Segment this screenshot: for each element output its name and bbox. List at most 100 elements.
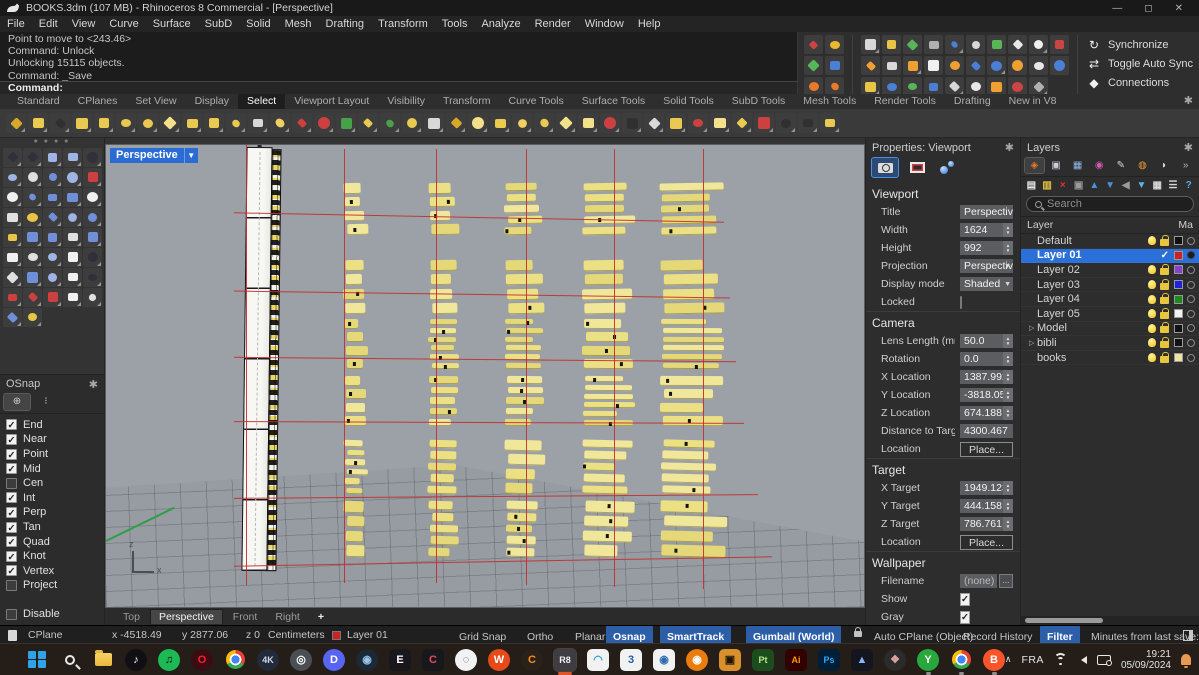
layer-material-circle[interactable] [1187,295,1195,303]
layer-row-layer-01[interactable]: Layer 01✓ [1021,249,1199,264]
taskbar-epic-games-icon[interactable]: E [389,649,411,671]
ribbon-tab-surface-tools[interactable]: Surface Tools [573,94,654,109]
tool-icon[interactable] [1050,35,1069,54]
menu-subd[interactable]: SubD [198,18,240,30]
tool-icon[interactable] [3,288,22,307]
layer-color-swatch[interactable] [1174,309,1183,318]
osnap-vertex[interactable]: ✓Vertex [6,565,98,577]
layer-lock-icon[interactable] [1160,326,1169,333]
taskbar-app-y-icon[interactable]: Y [917,649,939,671]
tool-icon[interactable] [83,168,102,187]
current-layer-button[interactable]: Layer 01 [347,626,388,644]
tool-icon[interactable] [160,113,180,133]
tool-icon[interactable] [83,188,102,207]
new-layer-icon[interactable]: ▤ [1026,180,1037,191]
tool-icon[interactable] [556,113,576,133]
tool-icon[interactable] [63,208,82,227]
layer-visibility-bulb-icon[interactable] [1148,265,1156,274]
color-tab[interactable]: ◉ [1090,158,1109,173]
checkbox[interactable]: ✓ [6,551,17,562]
osnap-knot[interactable]: ✓Knot [6,550,98,562]
menu-tools[interactable]: Tools [435,18,475,30]
tool-icon[interactable] [644,113,664,133]
ribbon-tab-subd-tools[interactable]: SubD Tools [723,94,795,109]
layer-visibility-bulb-icon[interactable] [1148,309,1156,318]
ribbon-tab-standard[interactable]: Standard [8,94,69,109]
taskbar-illustrator-icon[interactable]: Ai [785,649,807,671]
tool-icon[interactable] [336,113,356,133]
show-checkbox[interactable]: ✓ [960,593,970,606]
taskbar-start-icon[interactable] [26,649,48,671]
tool-icon[interactable] [380,113,400,133]
menu-file[interactable]: File [0,18,32,30]
menu-edit[interactable]: Edit [32,18,65,30]
tool-icon[interactable] [314,113,334,133]
taskbar-obs-studio-icon[interactable]: ◎ [290,649,312,671]
tool-icon[interactable] [1050,56,1069,75]
checkbox[interactable]: ✓ [6,434,17,445]
tool-icon[interactable] [226,113,246,133]
osnap-perp[interactable]: ✓Perp [6,506,98,518]
taskbar-chrome-running-icon[interactable] [950,649,972,671]
osnap-project[interactable]: Project [6,579,98,591]
location-button[interactable]: Place... [960,535,1013,550]
spinner-icon[interactable]: ▲▼ [1003,370,1013,384]
tool-icon[interactable] [83,148,102,167]
tool-icon[interactable] [72,113,92,133]
taskbar-substance-painter-icon[interactable]: Pt [752,649,774,671]
quick-access-connections[interactable]: ◆Connections [1088,76,1197,90]
taskbar-app-prism-icon[interactable]: ▲ [851,649,873,671]
layer-row-layer-05[interactable]: Layer 05 [1021,307,1199,322]
layer-material-circle[interactable] [1187,310,1195,318]
filter-icon[interactable]: ▼ [1136,180,1147,191]
language-indicator[interactable]: FRA [1021,654,1044,666]
taskbar-app-flame-icon[interactable]: C [521,649,543,671]
viewport-tab-perspective[interactable]: Perspective [150,609,223,624]
layer-lock-icon[interactable] [1160,341,1169,348]
viewport-menu-arrow-icon[interactable]: ▼ [184,148,198,163]
properties-gear-icon[interactable]: ✱ [1005,141,1014,154]
taskbar-3ds-max-icon[interactable]: 3 [620,649,642,671]
spinner-icon[interactable]: ▲▼ [1003,388,1013,402]
tool-icon[interactable] [402,113,422,133]
checkbox[interactable]: ✓ [6,565,17,576]
layer-color-swatch[interactable] [1174,324,1183,333]
quick-access-synchronize[interactable]: ↻Synchronize [1088,38,1197,52]
toolbar-gear-icon[interactable]: ✱ [1184,94,1193,107]
layer-color-swatch[interactable] [1174,280,1183,289]
menu-render[interactable]: Render [528,18,578,30]
taskbar-tiktok-icon[interactable]: ♪ [125,649,147,671]
properties-tab-camera[interactable] [872,158,898,177]
tool-icon[interactable] [43,168,62,187]
notifications-icon[interactable] [8,630,17,641]
spinner-icon[interactable]: ▲▼ [1003,241,1013,255]
ribbon-tab-viewport-layout[interactable]: Viewport Layout [285,94,378,109]
spinner-icon[interactable]: ▲▼ [1003,481,1013,495]
tool-icon[interactable] [424,113,444,133]
tool-icon[interactable] [43,188,62,207]
maximize-button[interactable]: ◻ [1144,3,1152,14]
layer-material-circle[interactable] [1187,324,1195,332]
tool-icon[interactable] [1008,56,1027,75]
layer-color-swatch[interactable] [1174,353,1183,362]
command-history[interactable]: Point to move to <243.46>Command: Unlock… [0,32,798,94]
current-layer-swatch[interactable] [332,631,341,640]
gray-checkbox[interactable]: ✓ [960,611,970,624]
tool-icon[interactable] [3,228,22,247]
layer-visibility-bulb-icon[interactable] [1148,324,1156,333]
osnap-tan[interactable]: ✓Tan [6,521,98,533]
sun-tab[interactable]: ◍ [1133,158,1152,173]
browse-button[interactable]: ... [999,574,1013,588]
tool-icon[interactable] [63,288,82,307]
paint-tab[interactable]: ✎ [1112,158,1131,173]
tool-icon[interactable] [50,113,70,133]
viewport-tab-top[interactable]: Top [115,610,148,624]
tool-icon[interactable] [3,208,22,227]
tool-icon[interactable] [732,113,752,133]
tool-icon[interactable] [248,113,268,133]
layer-material-circle[interactable] [1187,237,1195,245]
menu-mesh[interactable]: Mesh [278,18,319,30]
tool-icon[interactable] [3,268,22,287]
viewport-title[interactable]: Perspective [110,148,184,163]
tool-icon[interactable] [23,288,42,307]
